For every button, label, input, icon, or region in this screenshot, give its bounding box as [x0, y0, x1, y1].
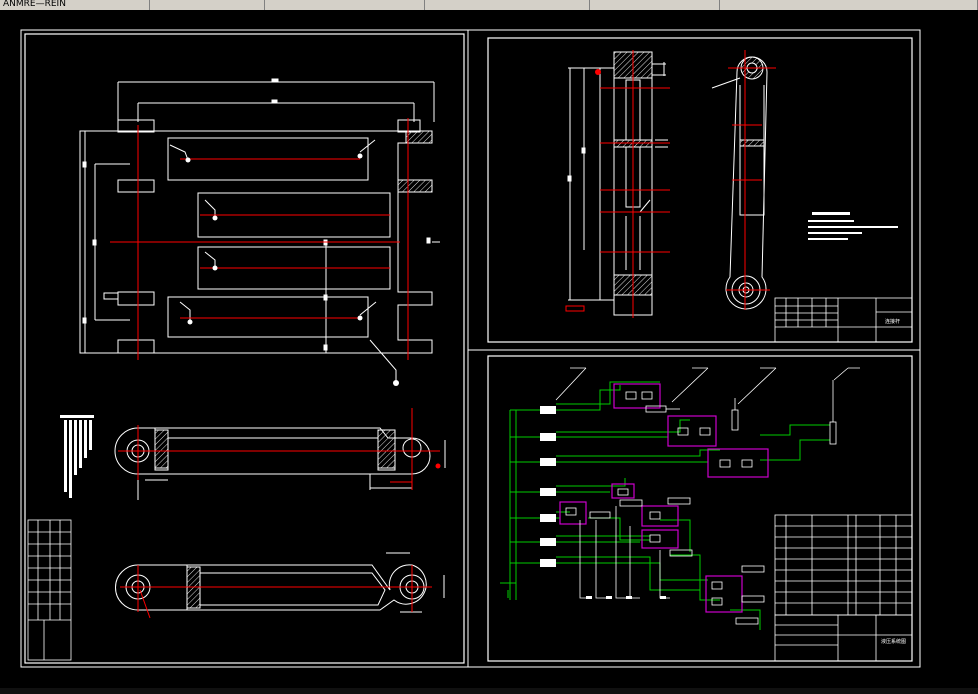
technical-notes	[808, 212, 898, 240]
left-title-block	[27, 519, 72, 661]
link-part-front-view	[567, 51, 668, 316]
toolbar-strip: ANMRE—REIN	[0, 0, 978, 10]
link-part-marker	[595, 69, 601, 75]
rod-front-view	[114, 427, 446, 500]
top-right-title-text: 连接杆	[885, 318, 900, 325]
left-sheet-border	[20, 29, 469, 668]
tab-label: ANMRE—REIN	[3, 0, 66, 9]
hydraulic-connector-blocks	[540, 406, 666, 599]
toolbar-tab[interactable]	[720, 0, 978, 10]
toolbar-tab[interactable]	[150, 0, 265, 10]
hydraulic-valves	[559, 383, 769, 613]
rod-front-marker	[435, 463, 441, 469]
bottom-right-title-text: 液压系统图	[881, 638, 906, 645]
toolbar-tab[interactable]	[265, 0, 425, 10]
hydraulic-valve-internals	[565, 391, 753, 606]
status-bar	[0, 688, 978, 694]
assembly-top-view	[79, 78, 440, 382]
top-right-sheet-frame	[487, 37, 913, 343]
link-part-datum-box	[565, 305, 585, 312]
parts-legend-bars	[60, 415, 94, 498]
pump-connector-lines	[579, 506, 670, 599]
link-side-centerlines	[726, 50, 776, 310]
rod-bent-view	[115, 552, 445, 613]
toolbar-tab[interactable]	[425, 0, 590, 10]
right-sheets-border	[467, 29, 921, 668]
assembly-centerlines	[110, 118, 409, 360]
assembly-leader-markers	[185, 153, 399, 386]
toolbar-tab[interactable]	[590, 0, 720, 10]
hydraulic-cylinders	[555, 367, 860, 625]
toolbar-tab[interactable]: ANMRE—REIN	[0, 0, 150, 10]
link-part-side-view	[711, 56, 768, 310]
cad-drawing-canvas[interactable]: 连接杆 液压系统图	[0, 10, 978, 688]
